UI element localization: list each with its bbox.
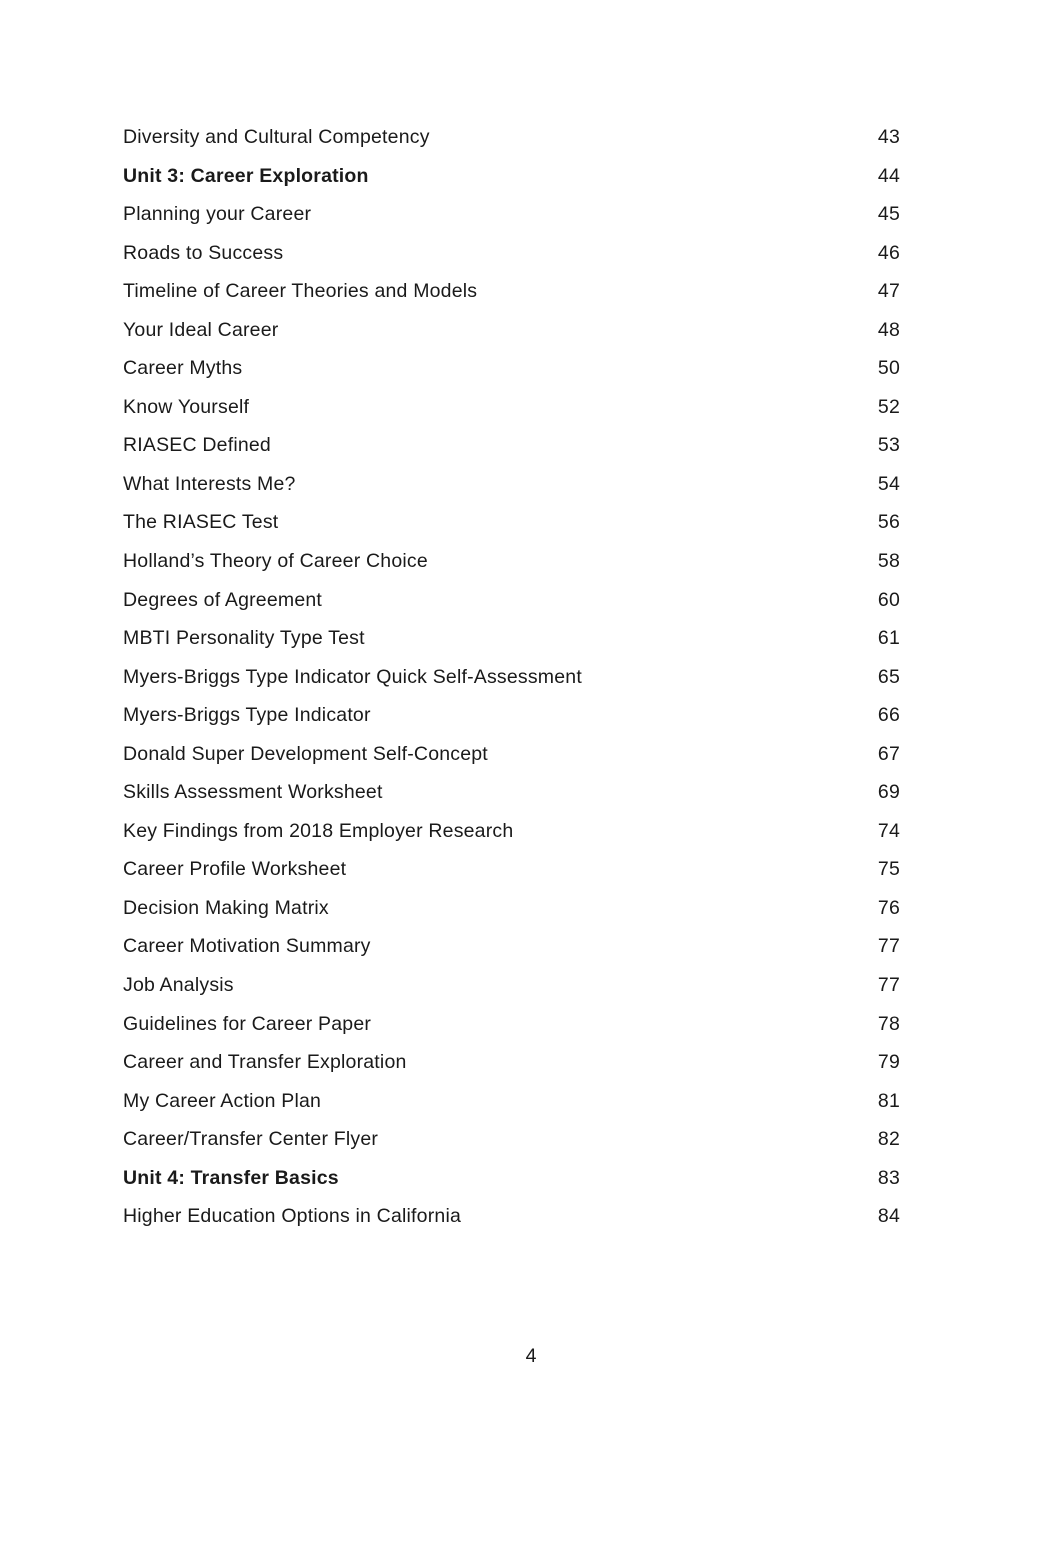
toc-entry-page-number: 81 (877, 1089, 900, 1112)
toc-entry-page-number: 67 (877, 742, 900, 765)
toc-entry-page-number: 66 (877, 704, 900, 727)
toc-entry-page-number: 83 (877, 1166, 900, 1189)
toc-entry-page-number: 74 (877, 819, 900, 842)
toc-entry[interactable]: MBTI Personality Type Test 61 (123, 619, 900, 658)
toc-entry-page-number: 69 (877, 781, 900, 804)
toc-entry-page-number: 78 (877, 1012, 900, 1035)
toc-entry[interactable]: Degrees of Agreement 60 (123, 581, 900, 620)
toc-entry-title: MBTI Personality Type Test (123, 627, 365, 650)
toc-entry-title: Know Yourself (123, 395, 250, 418)
toc-entry-title: Planning your Career (123, 203, 312, 226)
toc-entry[interactable]: RIASEC Defined 53 (123, 426, 900, 465)
toc-entry[interactable]: Guidelines for Career Paper 78 (123, 1005, 900, 1044)
toc-entry[interactable]: Unit 3: Career Exploration 44 (123, 157, 900, 196)
toc-entry[interactable]: What Interests Me? 54 (123, 465, 900, 504)
toc-entry-page-number: 43 (877, 126, 900, 148)
toc-entry-page-number: 84 (877, 1205, 900, 1228)
toc-entry-page-number: 46 (877, 241, 900, 264)
toc-entry-page-number: 60 (877, 588, 900, 611)
toc-entry-title: Roads to Success (123, 241, 284, 264)
toc-entry[interactable]: Roads to Success 46 (123, 234, 900, 273)
toc-entry-title: What Interests Me? (123, 472, 296, 495)
toc-entry-title: Your Ideal Career (123, 318, 279, 341)
toc-entry-page-number: 77 (877, 974, 900, 997)
toc-entry-page-number: 82 (877, 1128, 900, 1151)
toc-entry-title: Unit 4: Transfer Basics (123, 1166, 339, 1189)
toc-entry[interactable]: Higher Education Options in California 84 (123, 1197, 900, 1236)
toc-entry[interactable]: Career Profile Worksheet 75 (123, 850, 900, 889)
toc-entry[interactable]: Donald Super Development Self-Concept 67 (123, 735, 900, 774)
toc-entry-title: Career Myths (123, 357, 243, 380)
toc-entry-title: Myers-Briggs Type Indicator (123, 704, 371, 727)
table-of-contents-list: Diversity and Cultural Competency 43 Unit … (123, 118, 900, 1236)
toc-entry-title: Job Analysis (123, 974, 234, 997)
toc-entry-title: Holland’s Theory of Career Choice (123, 550, 428, 573)
toc-entry-title: Unit 3: Career Exploration (123, 164, 369, 187)
toc-entry-page-number: 52 (877, 395, 900, 418)
toc-entry-title: Decision Making Matrix (123, 896, 329, 919)
toc-entry-title: RIASEC Defined (123, 434, 271, 457)
toc-entry-title: My Career Action Plan (123, 1089, 322, 1112)
document-page: Diversity and Cultural Competency 43 Unit … (0, 0, 1062, 1556)
toc-entry[interactable]: Your Ideal Career 48 (123, 311, 900, 350)
toc-entry-page-number: 58 (877, 550, 900, 573)
toc-entry[interactable]: Diversity and Cultural Competency 43 (123, 118, 900, 157)
toc-entry[interactable]: Career and Transfer Exploration 79 (123, 1043, 900, 1082)
toc-entry-title: Guidelines for Career Paper (123, 1012, 372, 1035)
toc-entry-title: Donald Super Development Self-Concept (123, 742, 488, 765)
toc-entry-page-number: 47 (877, 280, 900, 303)
toc-entry[interactable]: Skills Assessment Worksheet 69 (123, 773, 900, 812)
toc-entry-title: The RIASEC Test (123, 511, 279, 534)
toc-entry[interactable]: Myers-Briggs Type Indicator 66 (123, 696, 900, 735)
toc-entry-title: Myers-Briggs Type Indicator Quick Self-A… (123, 665, 582, 688)
toc-entry[interactable]: Career Motivation Summary 77 (123, 927, 900, 966)
toc-entry[interactable]: Career/Transfer Center Flyer 82 (123, 1120, 900, 1159)
toc-entry-title: Career Motivation Summary (123, 935, 371, 958)
toc-entry-page-number: 79 (877, 1051, 900, 1074)
toc-entry-title: Key Findings from 2018 Employer Research (123, 819, 514, 842)
toc-entry[interactable]: Decision Making Matrix 76 (123, 889, 900, 928)
toc-entry[interactable]: Holland’s Theory of Career Choice 58 (123, 542, 900, 581)
toc-entry-title: Career/Transfer Center Flyer (123, 1128, 379, 1151)
toc-entry[interactable]: Career Myths 50 (123, 349, 900, 388)
toc-entry-title: Higher Education Options in California (123, 1205, 462, 1228)
toc-entry-title: Career Profile Worksheet (123, 858, 347, 881)
toc-entry[interactable]: The RIASEC Test 56 (123, 503, 900, 542)
toc-entry-page-number: 77 (877, 935, 900, 958)
toc-entry[interactable]: Know Yourself 52 (123, 388, 900, 427)
toc-entry-page-number: 76 (877, 896, 900, 919)
toc-entry[interactable]: Myers-Briggs Type Indicator Quick Self-A… (123, 658, 900, 697)
page-folio-number: 4 (525, 1345, 537, 1367)
toc-entry-page-number: 75 (877, 858, 900, 881)
toc-entry[interactable]: Job Analysis 77 (123, 966, 900, 1005)
toc-entry-title: Skills Assessment Worksheet (123, 781, 383, 804)
toc-entry-title: Degrees of Agreement (123, 588, 323, 611)
toc-entry-title: Timeline of Career Theories and Models (123, 280, 478, 303)
toc-entry-page-number: 65 (877, 665, 900, 688)
toc-entry-page-number: 56 (877, 511, 900, 534)
toc-entry-title: Career and Transfer Exploration (123, 1051, 407, 1074)
toc-entry-page-number: 50 (877, 357, 900, 380)
toc-entry-page-number: 53 (877, 434, 900, 457)
toc-entry-page-number: 45 (877, 203, 900, 226)
toc-entry-page-number: 54 (877, 472, 900, 495)
toc-entry-title: Diversity and Cultural Competency (123, 126, 430, 148)
toc-entry[interactable]: My Career Action Plan 81 (123, 1082, 900, 1121)
toc-entry-page-number: 48 (877, 318, 900, 341)
toc-entry-page-number: 61 (877, 627, 900, 650)
toc-entry[interactable]: Key Findings from 2018 Employer Research… (123, 812, 900, 851)
toc-entry[interactable]: Planning your Career 45 (123, 195, 900, 234)
toc-entry[interactable]: Unit 4: Transfer Basics 83 (123, 1159, 900, 1198)
toc-entry[interactable]: Timeline of Career Theories and Models 47 (123, 272, 900, 311)
toc-entry-page-number: 44 (877, 164, 900, 187)
